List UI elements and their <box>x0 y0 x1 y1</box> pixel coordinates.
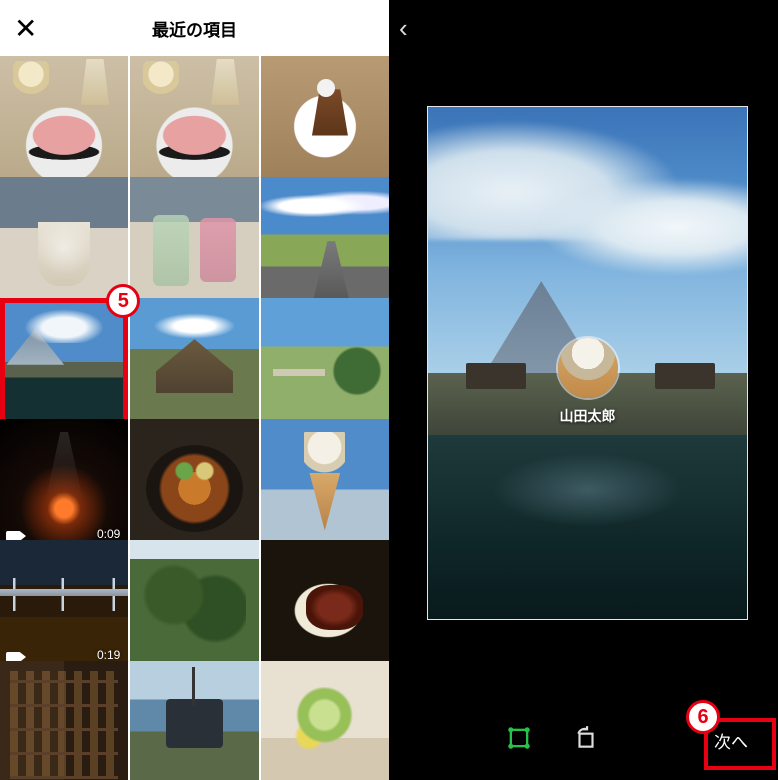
photo-thumb[interactable]: 0:09 <box>0 419 128 547</box>
photo-picker-panel: ✕ 最近の項目 0:090:19 5 <box>0 0 389 780</box>
profile-overlay: 山田太郎 <box>556 336 620 426</box>
photo-grid: 0:090:19 <box>0 56 389 780</box>
crop-canvas[interactable]: 山田太郎 <box>389 56 778 700</box>
picker-header: ✕ 最近の項目 <box>0 0 389 56</box>
crop-icon[interactable] <box>505 724 533 757</box>
photo-thumb[interactable]: 0:19 <box>0 540 128 668</box>
photo-thumb[interactable] <box>130 298 258 426</box>
photo-thumb[interactable] <box>261 661 389 780</box>
photo-thumb[interactable] <box>130 540 258 668</box>
photo-thumb[interactable] <box>261 56 389 184</box>
photo-thumb[interactable] <box>0 661 128 780</box>
photo-thumb[interactable] <box>0 56 128 184</box>
photo-thumb[interactable] <box>261 419 389 547</box>
close-icon[interactable]: ✕ <box>14 12 37 45</box>
editor-panel: ‹ 山田太郎 <box>389 0 778 780</box>
back-icon[interactable]: ‹ <box>399 13 408 44</box>
photo-thumb[interactable] <box>261 298 389 426</box>
photo-thumb[interactable] <box>0 177 128 305</box>
photo-thumb[interactable] <box>0 298 128 426</box>
avatar-image <box>556 336 620 400</box>
photo-thumb[interactable] <box>130 56 258 184</box>
photo-thumb[interactable] <box>130 419 258 547</box>
rotate-icon[interactable] <box>573 725 599 756</box>
avatar-name: 山田太郎 <box>556 406 620 426</box>
photo-thumb[interactable] <box>261 540 389 668</box>
crop-frame[interactable]: 山田太郎 <box>427 106 748 620</box>
photo-thumb[interactable] <box>130 177 258 305</box>
editor-header: ‹ <box>389 0 778 56</box>
photo-thumb[interactable] <box>261 177 389 305</box>
editor-toolbar: 次へ 6 <box>389 700 778 780</box>
picker-title: 最近の項目 <box>152 16 237 41</box>
annotation-step-6: 6 <box>686 700 720 734</box>
photo-thumb[interactable] <box>130 661 258 780</box>
